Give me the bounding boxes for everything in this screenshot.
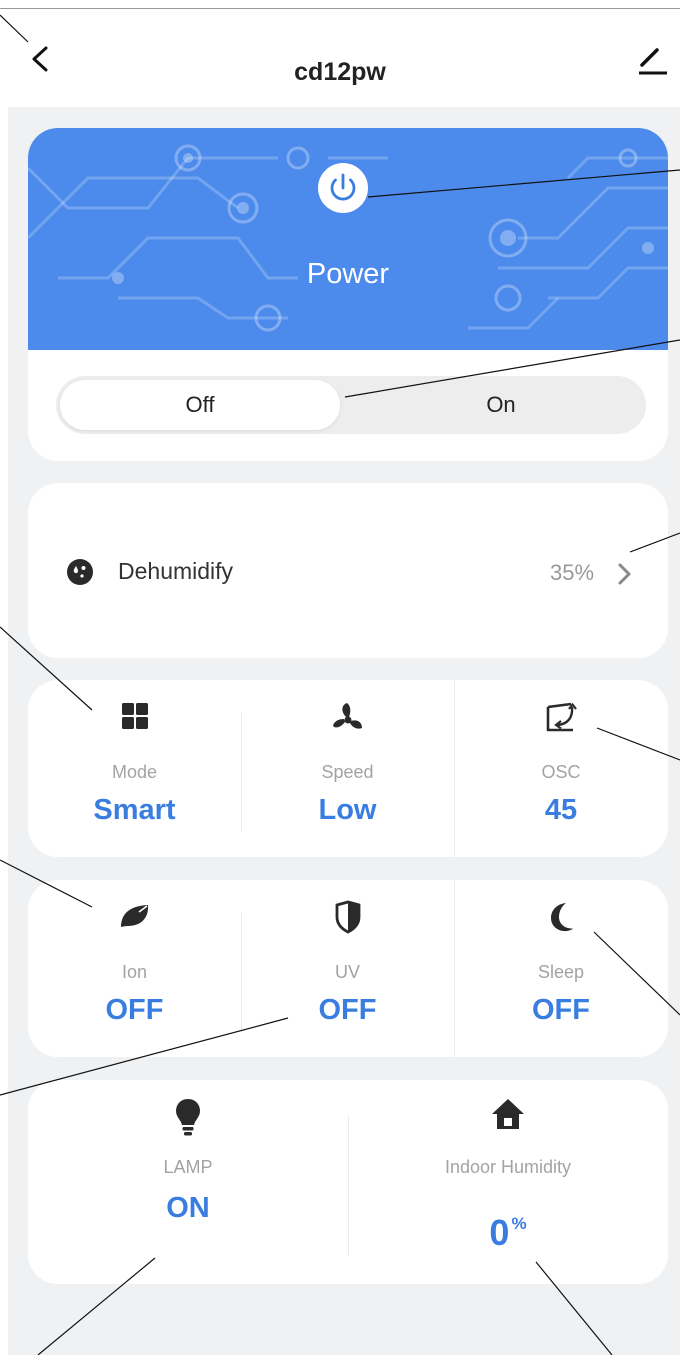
osc-value: 45: [544, 794, 578, 826]
lightbulb-icon: [176, 1099, 200, 1136]
uv-label: UV: [334, 962, 360, 982]
leaf-icon: [120, 905, 148, 927]
page-title: cd12pw: [294, 58, 386, 86]
controls-row-2: Ion OFF UV OFF Sleep OFF: [28, 880, 668, 1057]
app-header: cd12pw: [0, 12, 680, 107]
chevron-right-icon: [618, 563, 631, 585]
power-card: Power Off On: [28, 128, 668, 461]
speed-control[interactable]: Speed Low: [241, 680, 454, 857]
uv-value: OFF: [318, 994, 377, 1026]
sleep-label: Sleep: [537, 962, 585, 982]
power-button[interactable]: [318, 163, 368, 213]
osc-control[interactable]: OSC 45: [454, 680, 668, 857]
lamp-control[interactable]: LAMP ON: [28, 1080, 348, 1284]
indoor-humidity-display: Indoor Humidity 0%: [348, 1080, 668, 1284]
grid-icon: [121, 703, 148, 729]
indoor-humidity-value: 0%: [348, 1212, 668, 1254]
oscillate-icon: [546, 702, 577, 732]
power-title: Power: [306, 258, 390, 290]
indoor-humidity-label: Indoor Humidity: [444, 1157, 572, 1177]
ion-control[interactable]: Ion OFF: [28, 880, 241, 1057]
speed-value: Low: [318, 794, 377, 826]
sleep-control[interactable]: Sleep OFF: [454, 880, 668, 1057]
lamp-value: ON: [166, 1192, 210, 1224]
water-drop-icon: [67, 559, 93, 585]
osc-label: OSC: [541, 762, 581, 782]
sleep-value: OFF: [532, 994, 590, 1026]
circuit-pattern: [28, 144, 668, 332]
top-divider: [0, 8, 680, 9]
ion-label: Ion: [121, 962, 148, 982]
home-icon: [492, 1099, 524, 1129]
dehumidify-label: Dehumidify: [118, 558, 234, 584]
power-toggle[interactable]: Off On: [56, 376, 646, 434]
uv-control[interactable]: UV OFF: [241, 880, 454, 1057]
device-control-screen: cd12pw Power Off On Dehumidify 35% Mode …: [0, 0, 680, 1355]
lamp-label: LAMP: [163, 1157, 213, 1177]
pencil-icon[interactable]: [636, 43, 670, 77]
speed-label: Speed: [321, 762, 374, 782]
dehumidify-value: 35%: [550, 560, 595, 585]
mode-control[interactable]: Mode Smart: [28, 680, 241, 857]
humidity-unit: %: [511, 1214, 527, 1233]
fan-icon: [332, 703, 362, 729]
controls-row-1: Mode Smart Speed Low OSC 45: [28, 680, 668, 857]
shield-icon: [335, 900, 360, 934]
power-off-option[interactable]: Off: [60, 380, 340, 430]
moon-icon: [551, 903, 573, 932]
power-on-option[interactable]: On: [356, 376, 646, 434]
mode-value: Smart: [93, 794, 176, 826]
power-icon: [330, 173, 356, 201]
mode-label: Mode: [111, 762, 158, 782]
controls-row-3: LAMP ON Indoor Humidity 0%: [28, 1080, 668, 1284]
dehumidify-row[interactable]: Dehumidify 35%: [28, 483, 668, 658]
ion-value: OFF: [105, 994, 164, 1026]
power-banner: Power: [28, 128, 668, 350]
humidity-number: 0: [489, 1212, 510, 1253]
